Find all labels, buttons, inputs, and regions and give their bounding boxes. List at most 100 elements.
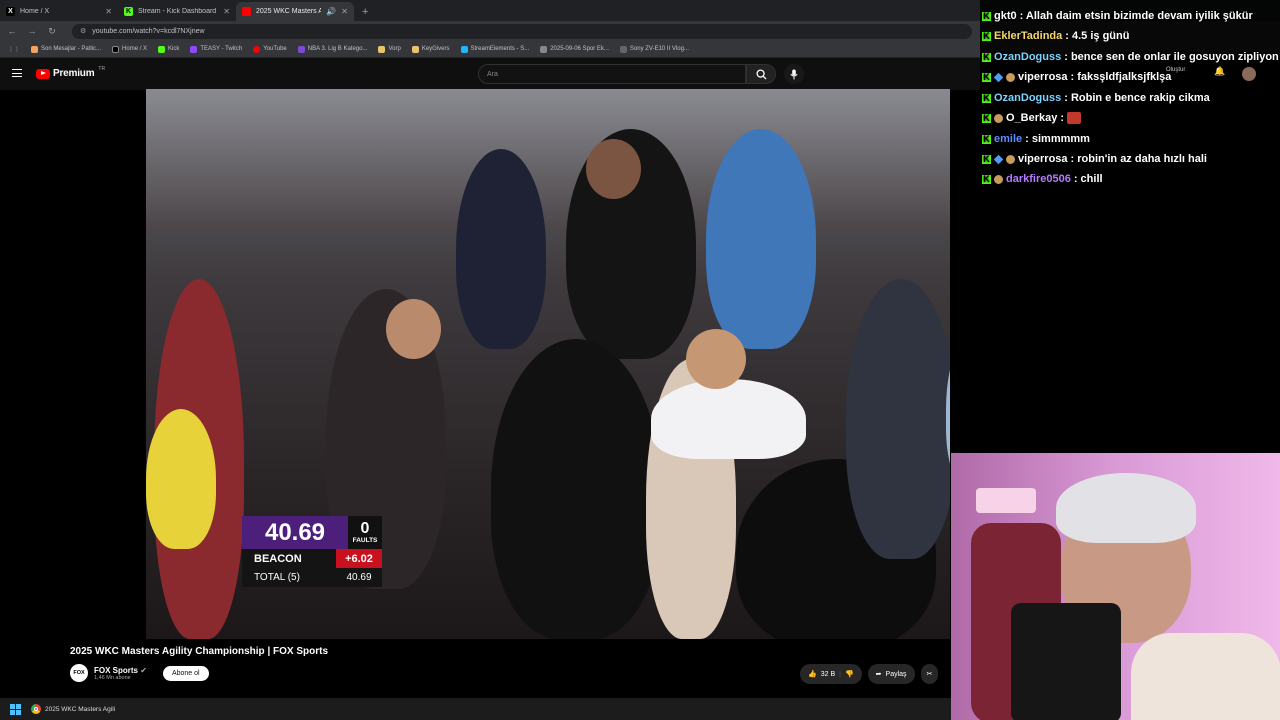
bookmark-item[interactable]: NBA 3. Lig B Katego... [297,45,367,53]
kick-badge-icon: K [982,134,991,144]
reload-icon[interactable]: ↻ [46,26,58,37]
face [686,329,746,389]
chat-text: : bence sen de onlar ile gosuyon zipliyo… [1064,51,1279,63]
audio-icon[interactable]: 🔊 [326,7,336,16]
chat-username: viperrosa [1018,153,1068,165]
search-icon [755,68,767,80]
person [491,339,661,639]
kick-badge-icon: K [982,11,991,21]
channel-avatar[interactable]: FOX [70,664,88,682]
bookmark-item[interactable]: Vorp [378,45,401,53]
person [706,129,816,349]
bookmark-icon [31,45,38,53]
gifter-badge-icon [994,113,1003,123]
url-field[interactable]: ⚙ youtube.com/watch?v=kcdl7NXjnew [72,23,972,39]
like-count[interactable]: 32 B [821,671,835,678]
bookmark-item[interactable]: StreamElements - S... [460,45,530,53]
x-logo-icon: X [6,7,15,16]
share-button[interactable]: ➦ Paylaş [867,664,915,684]
bookmark-label: YouTube [263,46,287,52]
search-input[interactable]: Ara [478,64,746,84]
back-icon[interactable]: ← [6,26,18,36]
streamelements-icon [460,45,468,53]
faults-count: 0 [360,520,370,537]
stream-chat-overlay: K gkt0 : Allah daim etsin bizimde devam … [980,0,1280,450]
video-actions: 👍 32 B | 👎 ➦ Paylaş ✂ [800,664,939,684]
chat-username: EklerTadinda [994,30,1063,42]
search-button[interactable] [746,64,776,84]
thumbs-up-icon[interactable]: 👍 [808,670,817,678]
youtube-header: Premium TR Ara [0,58,980,90]
chat-text: : chill [1073,173,1103,185]
person [456,149,546,349]
notifications-icon[interactable]: 🔔 [1214,66,1225,77]
logo-region: TR [98,65,106,72]
video-title: 2025 WKC Masters Agility Championship | … [70,646,329,657]
video-player[interactable]: 40.69 0 FAULTS BEACON +6.02 TOTAL (5) 40… [146,89,950,639]
chat-message: K O_Berkay : [982,112,1082,124]
tab-x[interactable]: X Home / X ✕ [0,2,118,21]
tab-title: 2025 WKC Masters Agility C [256,8,322,15]
youtube-logo-icon [36,68,50,79]
tab-youtube[interactable]: 2025 WKC Masters Agility C 🔊 ✕ [236,2,354,21]
chat-message: K EklerTadinda : 4.5 iş günü [982,30,1129,42]
channel-info: FOX Sports ✔ 1,46 Mn abone [94,666,147,681]
thumbs-down-icon[interactable]: 👎 [845,670,854,678]
close-tab-icon[interactable]: ✕ [105,7,112,16]
site-info-icon[interactable]: ⚙ [80,27,86,35]
clip-button[interactable]: ✂ [920,664,939,684]
forward-icon[interactable]: → [26,26,38,36]
apps-icon[interactable]: ⋮⋮ [8,46,20,53]
chat-text: : faksşldfjalksjfklşa [1070,71,1172,83]
league-icon [297,45,305,53]
logo-text: Premium [53,68,95,79]
kick-badge-icon: K [982,93,991,103]
new-tab-button[interactable]: + [354,2,376,21]
chat-message: K viperrosa : faksşldfjalksjfklşa [982,71,1171,83]
tab-kick[interactable]: K Stream - Kick Dashboard ✕ [118,2,236,21]
youtube-logo-icon [253,45,261,53]
bookmark-label: StreamElements - S... [470,46,530,52]
bookmark-item[interactable]: Kick [158,45,179,53]
bookmark-item[interactable]: Son Mesajlar - Patlic... [31,45,101,53]
close-tab-icon[interactable]: ✕ [223,7,230,16]
channel-name[interactable]: FOX Sports ✔ [94,666,147,675]
bookmark-item[interactable]: TEASY - Twitch [190,45,242,53]
bookmark-item[interactable]: KeyGivers [411,45,450,53]
youtube-premium-logo[interactable]: Premium TR [36,65,106,79]
bookmark-item[interactable]: 2025-09-06 Spor Ek... [540,45,609,53]
total-value: 40.69 [346,572,372,583]
page-icon [619,45,627,53]
gifter-badge-icon [994,174,1003,184]
hamburger-menu-icon[interactable] [12,69,22,77]
chat-text: : [1060,112,1065,124]
channel-name-text: FOX Sports [94,665,139,675]
youtube-logo-icon [242,7,251,16]
bookmark-item[interactable]: Home / X [112,45,147,53]
chat-username: gkt0 [994,10,1017,22]
user-avatar[interactable] [1242,67,1256,81]
chat-message: K OzanDoguss : Robin e bence rakip cikma [982,92,1210,104]
time-difference: +6.02 [336,549,382,568]
streamer-shirt [1131,633,1280,720]
close-tab-icon[interactable]: ✕ [341,7,348,16]
windows-start-icon[interactable] [10,703,21,715]
agility-scoreboard: 40.69 0 FAULTS BEACON +6.02 TOTAL (5) 40… [242,516,382,587]
scissors-icon: ✂ [926,671,933,678]
voice-search-button[interactable] [784,64,804,84]
like-dislike-group: 👍 32 B | 👎 [800,664,862,684]
bookmark-item[interactable]: Sony ZV-E10 II Vlog... [619,45,689,53]
shelf-decor [976,488,1036,513]
emote-icon [1067,112,1082,124]
subscribe-button[interactable]: Abone ol [162,665,209,681]
chat-username: darkfire0506 [1006,173,1071,185]
create-label[interactable]: Oluştur [1166,67,1185,73]
chat-username: O_Berkay [1006,112,1058,124]
person [846,279,950,559]
share-label: Paylaş [885,670,907,678]
bookmark-label: 2025-09-06 Spor Ek... [550,46,609,52]
taskbar-chrome-item[interactable]: 2025 WKC Masters Agili [31,704,115,714]
bookmark-item[interactable]: YouTube [253,45,287,53]
subscriber-badge-icon [993,72,1004,82]
dog-row: BEACON +6.02 [242,549,382,568]
